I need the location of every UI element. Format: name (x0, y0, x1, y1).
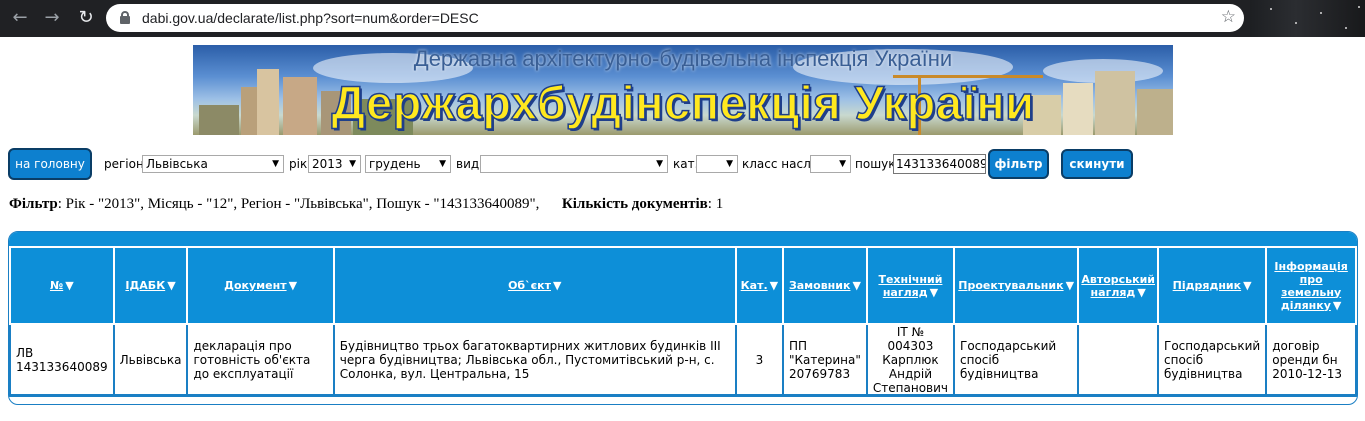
forward-arrow-icon[interactable]: → (42, 8, 62, 28)
dropdown-arrow-icon: ▼ (656, 159, 663, 169)
sort-desc-icon: ▼ (769, 279, 779, 292)
cell-contractor: Господарський спосіб будівництва (1156, 323, 1268, 397)
filter-summary: Фільтр: Рік - "2013", Місяць - "12", Рег… (9, 196, 723, 213)
column-header-contractor[interactable]: Підрядник ▼ (1156, 246, 1268, 325)
reload-icon[interactable]: ↻ (76, 8, 96, 28)
column-header-document[interactable]: Документ ▼ (186, 246, 335, 325)
column-header-tech-supervision[interactable]: Технічний нагляд ▼ (865, 246, 956, 325)
site-banner: Державна архітектурно-будівельна інспекц… (193, 45, 1173, 135)
sort-desc-icon: ▼ (852, 279, 861, 292)
dropdown-arrow-icon: ▼ (349, 159, 356, 169)
table-row: ЛВ 143133640089 Львівська декларація про… (9, 323, 1357, 397)
cell-designer: Господарський спосіб будівництва (952, 323, 1080, 397)
class-label: класс насл. (742, 157, 815, 171)
search-input[interactable]: 143133640089 (893, 154, 986, 174)
column-header-author-supervision[interactable]: Авторський нагляд ▼ (1077, 246, 1159, 325)
declarations-table: № ▼ ІДАБК ▼ Документ ▼ Об`єкт ▼ Кат. ▼ Замовн… (9, 246, 1357, 397)
browser-toolbar: ← → ↻ dabi.gov.ua/declarate/list.php?sor… (0, 0, 1365, 37)
year-select-value: 2013 (312, 157, 343, 171)
sort-desc-icon: ▼ (552, 279, 562, 292)
document-count-value: : 1 (707, 196, 724, 212)
sort-desc-icon: ▼ (1243, 279, 1252, 292)
sort-desc-icon: ▼ (167, 279, 176, 292)
year-label: рік (289, 157, 308, 171)
column-header-customer[interactable]: Замовник ▼ (782, 246, 868, 325)
dropdown-arrow-icon: ▼ (439, 159, 446, 169)
reset-button[interactable]: скинути (1061, 149, 1133, 179)
dropdown-arrow-icon: ▼ (839, 159, 846, 169)
filter-summary-text: : Рік - "2013", Місяць - "12", Регіон - … (57, 196, 540, 212)
cell-tech-supervision: IT № 004303 Карплюк Андрій Степанович (865, 323, 956, 397)
lock-icon (120, 11, 130, 24)
column-header-land-info[interactable]: Інформація про земельну ділянку ▼ (1265, 246, 1357, 325)
cell-author-supervision (1077, 323, 1159, 397)
bookmark-star-icon[interactable]: ☆ (1221, 7, 1236, 27)
sort-desc-icon: ▼ (929, 285, 939, 299)
sort-desc-icon: ▼ (1332, 298, 1342, 312)
sort-desc-icon: ▼ (1137, 285, 1146, 299)
column-header-designer[interactable]: Проектувальник ▼ (952, 246, 1080, 325)
type-label: вид (456, 157, 480, 171)
window-decoration (1250, 0, 1365, 37)
column-header-category[interactable]: Кат. ▼ (734, 246, 785, 325)
search-label: пошук (855, 157, 896, 171)
cell-num: ЛВ 143133640089 (9, 323, 115, 397)
category-select[interactable]: ▼ (696, 155, 738, 173)
cell-idabk: Львівська (112, 323, 189, 397)
cell-customer: ПП "Катерина" 20769783 (782, 323, 868, 397)
class-select[interactable]: ▼ (810, 155, 851, 173)
home-button[interactable]: на головну (8, 148, 92, 180)
filter-button[interactable]: фільтр (988, 149, 1049, 179)
dropdown-arrow-icon: ▼ (726, 159, 733, 169)
sort-desc-icon: ▼ (288, 279, 298, 292)
column-header-num[interactable]: № ▼ (9, 246, 115, 325)
month-select[interactable]: грудень ▼ (365, 155, 451, 173)
sort-desc-icon: ▼ (1065, 279, 1075, 292)
region-label: регіон (104, 157, 144, 171)
dropdown-arrow-icon: ▼ (272, 159, 279, 169)
region-select[interactable]: Львівська ▼ (142, 155, 284, 173)
document-count-label: Кількість документів (561, 196, 708, 212)
year-select[interactable]: 2013 ▼ (308, 155, 361, 173)
declarations-table-container: № ▼ ІДАБК ▼ Документ ▼ Об`єкт ▼ Кат. ▼ Замовн… (8, 231, 1358, 405)
banner-title: Держархбудінспекція України (331, 75, 1035, 130)
filter-summary-label: Фільтр (9, 196, 58, 212)
cell-category: 3 (734, 323, 785, 397)
column-header-idabk[interactable]: ІДАБК ▼ (112, 246, 189, 325)
category-label: кат. (673, 157, 699, 171)
cell-land-info: договір оренди бн 2010-12-13 (1265, 323, 1357, 397)
address-bar[interactable]: dabi.gov.ua/declarate/list.php?sort=num&… (106, 4, 1244, 32)
cell-document: декларація про готовність об'єкта до екс… (186, 323, 335, 397)
type-select[interactable]: ▼ (480, 155, 668, 173)
column-header-object[interactable]: Об`єкт ▼ (332, 246, 737, 325)
back-arrow-icon[interactable]: ← (10, 8, 30, 28)
url-text[interactable]: dabi.gov.ua/declarate/list.php?sort=num&… (142, 10, 479, 26)
month-select-value: грудень (369, 157, 421, 171)
sort-desc-icon: ▼ (65, 279, 74, 292)
banner-subtitle: Державна архітектурно-будівельна інспекц… (413, 46, 953, 71)
table-header-row: № ▼ ІДАБК ▼ Документ ▼ Об`єкт ▼ Кат. ▼ Замовн… (9, 246, 1357, 325)
region-select-value: Львівська (146, 157, 208, 171)
cell-object: Будівництво трьох багатоквартирних житло… (332, 323, 737, 397)
